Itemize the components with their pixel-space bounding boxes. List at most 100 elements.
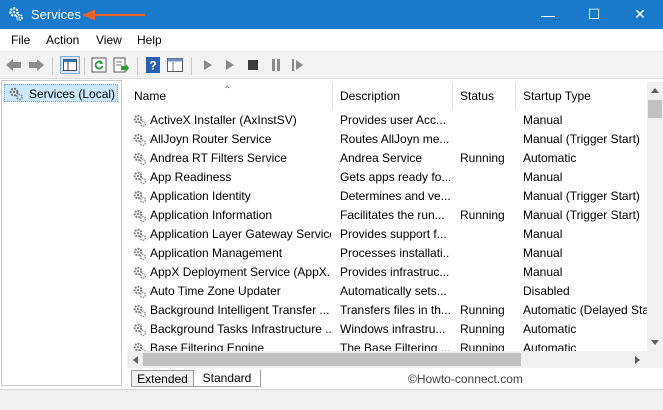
service-gear-icon	[133, 209, 147, 223]
service-row[interactable]: AllJoyn Router Service Routes AllJoyn me.…	[127, 130, 647, 149]
maximize-button[interactable]: ☐	[571, 0, 617, 29]
tab-standard[interactable]: Standard	[193, 370, 261, 387]
horizontal-scroll-thumb[interactable]	[143, 353, 521, 366]
menu-help[interactable]: Help	[137, 33, 162, 47]
scroll-left-icon[interactable]	[132, 356, 138, 364]
menu-file[interactable]: File	[11, 33, 30, 47]
close-button[interactable]: ✕	[617, 0, 663, 29]
cell-startup-type: Manual	[523, 227, 563, 241]
service-row[interactable]: Base Filtering Engine The Base Filtering …	[127, 339, 647, 351]
cell-startup-type: Manual (Trigger Start)	[523, 208, 640, 222]
cell-startup-type: Manual	[523, 113, 563, 127]
service-gear-icon	[133, 114, 147, 128]
cell-name: Application Identity	[150, 189, 251, 203]
service-gear-icon	[133, 190, 147, 204]
menu-action[interactable]: Action	[46, 33, 79, 47]
scrollbar-corner	[647, 351, 663, 368]
scroll-up-icon[interactable]	[651, 87, 659, 93]
service-gear-icon	[133, 171, 147, 185]
service-row[interactable]: App Readiness Gets apps ready fo... Manual	[127, 168, 647, 187]
cell-description: Determines and ve...	[340, 189, 450, 203]
service-row[interactable]: Application Management Processes installa…	[127, 244, 647, 263]
restart-service-button[interactable]	[290, 57, 306, 73]
help-icon: ?	[146, 57, 160, 73]
cell-name: Background Intelligent Transfer ...	[150, 303, 330, 317]
service-row[interactable]: Application Identity Determines and ve...…	[127, 187, 647, 206]
restart-icon	[292, 59, 303, 71]
vertical-scroll-thumb[interactable]	[648, 100, 662, 118]
forward-button[interactable]	[28, 57, 44, 73]
scroll-right-icon[interactable]	[635, 356, 641, 364]
service-row[interactable]: Application Layer Gateway Service Provide…	[127, 225, 647, 244]
service-gear-icon	[133, 152, 147, 166]
services-list: ⌃ Name Description Status Startup Type A…	[127, 82, 647, 351]
service-gear-icon	[133, 133, 147, 147]
pause-service-button[interactable]	[268, 57, 284, 73]
cell-startup-type: Disabled	[523, 284, 570, 298]
service-row[interactable]: Background Intelligent Transfer ... Trans…	[127, 301, 647, 320]
cell-name: AppX Deployment Service (AppX...	[150, 265, 331, 279]
cell-name: App Readiness	[150, 170, 232, 184]
properties-button[interactable]	[167, 57, 183, 73]
service-gear-icon	[133, 247, 147, 261]
start-service-button[interactable]	[200, 57, 216, 73]
service-row[interactable]: ActiveX Installer (AxInstSV) Provides use…	[127, 111, 647, 130]
column-header-name[interactable]: ⌃ Name	[127, 82, 333, 110]
column-header-startup-type[interactable]: Startup Type	[516, 82, 647, 110]
help-button[interactable]: ?	[145, 57, 161, 73]
pause-icon	[272, 59, 280, 71]
cell-name: Background Tasks Infrastructure ...	[150, 322, 331, 336]
cell-startup-type: Manual	[523, 170, 563, 184]
vertical-scrollbar[interactable]	[647, 82, 663, 351]
menu-bar: File Action View Help	[0, 29, 663, 51]
scroll-down-icon[interactable]	[651, 340, 659, 346]
cell-status: Running	[460, 151, 505, 165]
service-row[interactable]: Andrea RT Filters Service Andrea Service R…	[127, 149, 647, 168]
cell-name: Auto Time Zone Updater	[150, 284, 281, 298]
service-row[interactable]: Application Information Facilitates the r…	[127, 206, 647, 225]
service-gear-icon	[133, 266, 147, 280]
tree-item-services-local[interactable]: Services (Local)	[4, 84, 118, 102]
cell-name: ActiveX Installer (AxInstSV)	[150, 113, 297, 127]
toolbar-separator	[52, 57, 53, 75]
cell-name: Application Layer Gateway Service	[150, 227, 331, 241]
cell-status: Running	[460, 341, 505, 351]
column-header-status[interactable]: Status	[453, 82, 516, 110]
service-row[interactable]: AppX Deployment Service (AppX... Provides…	[127, 263, 647, 282]
cell-startup-type: Manual	[523, 246, 563, 260]
service-row[interactable]: Background Tasks Infrastructure ... Windo…	[127, 320, 647, 339]
export-list-button[interactable]	[113, 57, 129, 73]
cell-description: Transfers files in th...	[340, 303, 450, 317]
cell-description: Processes installati...	[340, 246, 450, 260]
service-row[interactable]: Auto Time Zone Updater Automatically sets…	[127, 282, 647, 301]
refresh-button[interactable]	[91, 57, 107, 73]
show-hide-console-tree-button[interactable]	[60, 56, 80, 74]
refresh-icon	[91, 57, 107, 73]
properties-icon	[167, 58, 183, 72]
toolbar-separator	[137, 57, 138, 75]
column-header-description[interactable]: Description	[333, 82, 453, 110]
service-gear-icon	[133, 323, 147, 337]
cell-description: Facilitates the run...	[340, 208, 445, 222]
tab-extended[interactable]: Extended	[131, 370, 194, 387]
menu-view[interactable]: View	[96, 33, 122, 47]
cell-status: Running	[460, 208, 505, 222]
minimize-button[interactable]: —	[525, 0, 571, 29]
start-service-alt-button[interactable]	[222, 57, 238, 73]
window-title: Services	[31, 7, 81, 22]
horizontal-scrollbar[interactable]	[127, 351, 647, 368]
cell-startup-type: Manual (Trigger Start)	[523, 189, 640, 203]
service-gear-icon	[133, 285, 147, 299]
cell-name: Base Filtering Engine	[150, 341, 265, 351]
cell-description: Routes AllJoyn me...	[340, 132, 450, 146]
cell-description: Provides support f...	[340, 227, 447, 241]
stop-service-button[interactable]	[245, 57, 261, 73]
services-gear-icon	[9, 87, 23, 101]
column-headers: ⌃ Name Description Status Startup Type	[127, 82, 647, 110]
cell-startup-type: Manual (Trigger Start)	[523, 132, 640, 146]
services-gear-icon	[9, 7, 23, 21]
back-button[interactable]	[6, 57, 22, 73]
cell-startup-type: Automatic	[523, 151, 577, 165]
cell-description: Andrea Service	[340, 151, 423, 165]
tree-item-label: Services (Local)	[29, 87, 116, 101]
